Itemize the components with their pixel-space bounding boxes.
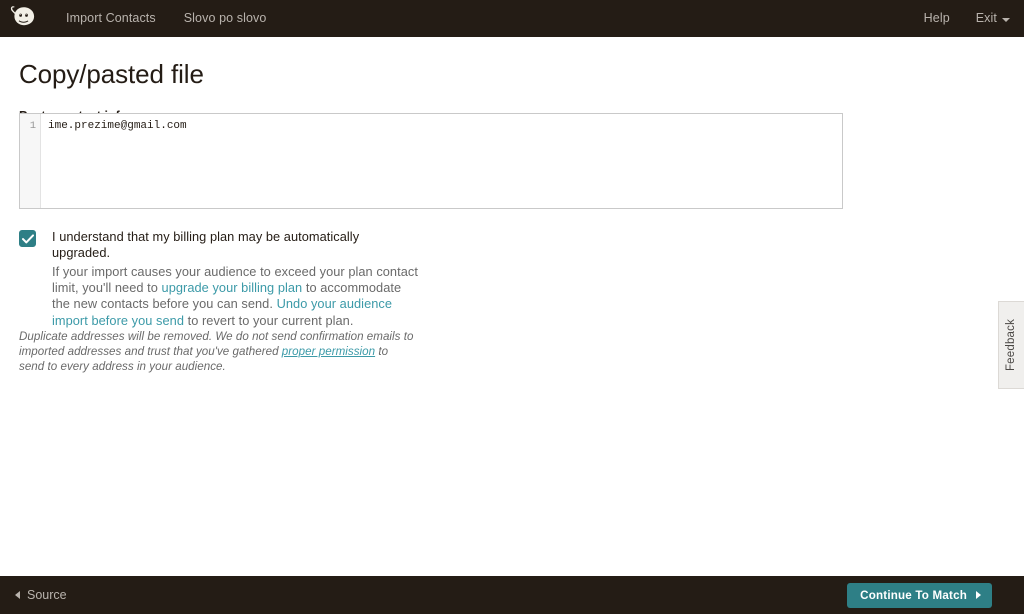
billing-consent-block: I understand that my billing plan may be… [19, 229, 419, 329]
checkmark-icon [21, 233, 34, 243]
back-to-source-button[interactable]: Source [13, 584, 69, 606]
line-number: 1 [29, 120, 36, 132]
contacts-textarea[interactable]: ime.prezime@gmail.com [41, 114, 842, 208]
exit-label: Exit [975, 11, 997, 26]
consent-body-part-3: to revert to your current plan. [184, 312, 354, 328]
main-content: Copy/pasted file Paste contact info 1 im… [0, 37, 1024, 576]
continue-to-match-button[interactable]: Continue To Match [847, 582, 992, 608]
billing-consent-title: I understand that my billing plan may be… [52, 229, 360, 260]
nav-item-import-contacts[interactable]: Import Contacts [66, 12, 156, 25]
editor-line-gutter: 1 [20, 114, 41, 208]
upgrade-billing-plan-link[interactable]: upgrade your billing plan [162, 280, 303, 295]
mailchimp-freddie-logo[interactable] [6, 3, 40, 35]
proper-permission-link[interactable]: proper permission [282, 345, 375, 358]
exit-menu[interactable]: Exit [976, 12, 1010, 25]
continue-to-match-label: Continue To Match [860, 588, 967, 602]
chevron-left-icon [15, 591, 20, 599]
billing-consent-checkbox[interactable] [19, 230, 36, 247]
nav-item-slovo-po-slovo[interactable]: Slovo po slovo [184, 12, 267, 25]
back-to-source-label: Source [27, 588, 67, 602]
feedback-tab[interactable]: Feedback [998, 301, 1024, 389]
secondary-nav: Help Exit [924, 12, 1010, 25]
bottom-action-bar: Source Continue To Match [0, 576, 1024, 614]
chevron-down-icon [1002, 17, 1010, 22]
billing-consent-body: If your import causes your audience to e… [52, 264, 419, 329]
help-link[interactable]: Help [924, 12, 950, 25]
top-navigation-bar: Import Contacts Slovo po slovo Help Exit [0, 0, 1024, 37]
chevron-right-icon [976, 591, 981, 599]
page-title: Copy/pasted file [19, 59, 204, 89]
import-disclaimer: Duplicate addresses will be removed. We … [19, 329, 415, 375]
paste-contacts-editor[interactable]: 1 ime.prezime@gmail.com [19, 113, 843, 209]
primary-nav: Import Contacts Slovo po slovo [66, 12, 266, 25]
feedback-label: Feedback [1005, 318, 1018, 372]
billing-consent-text: I understand that my billing plan may be… [52, 229, 419, 329]
